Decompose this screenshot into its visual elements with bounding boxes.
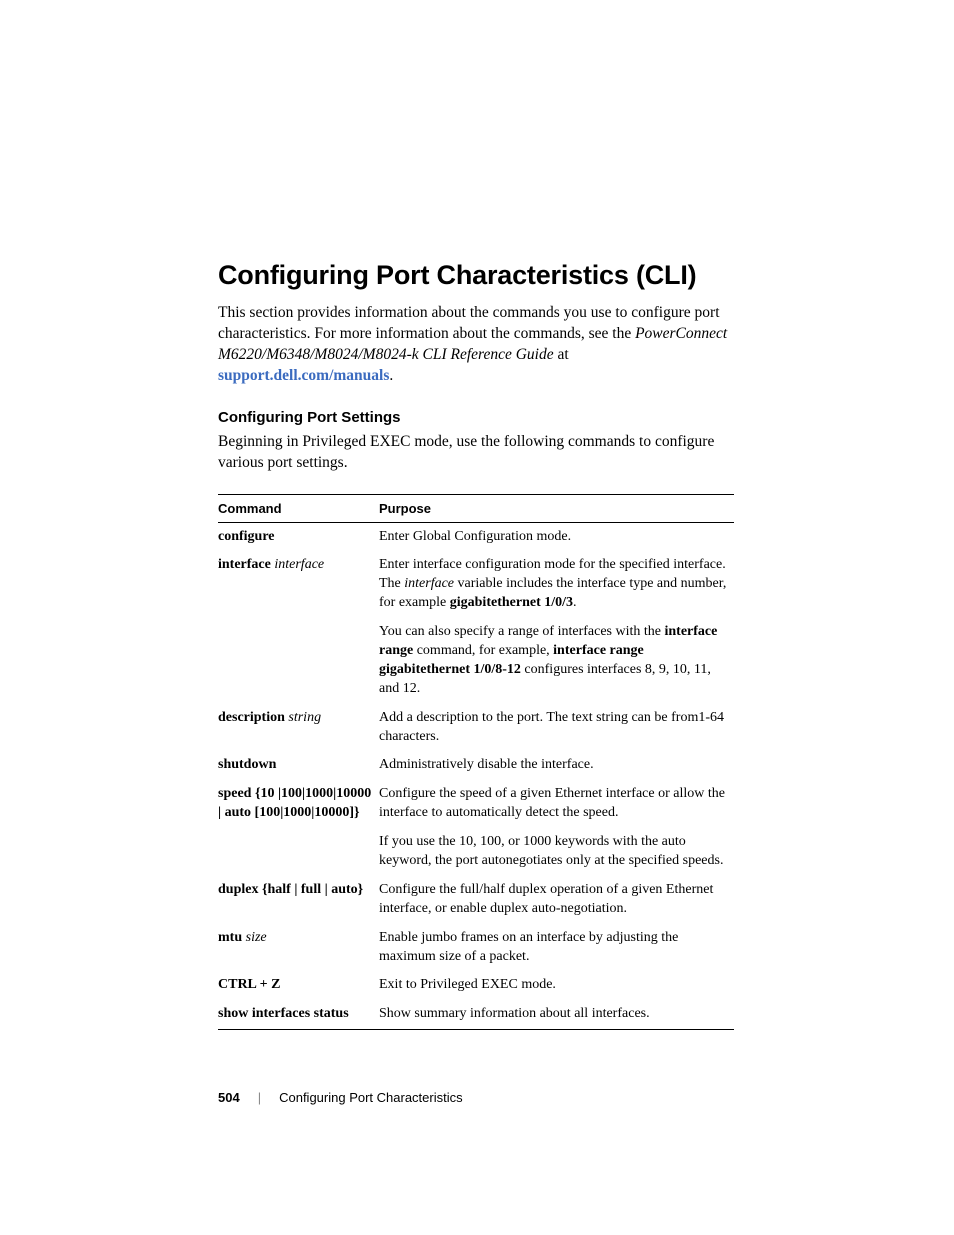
table-row: description string Add a description to … (218, 704, 734, 752)
subheading: Configuring Port Settings (218, 409, 734, 426)
cmd-shutdown: shutdown (218, 757, 276, 772)
table-row: configure Enter Global Configuration mod… (218, 522, 734, 551)
table-row: mtu size Enable jumbo frames on an inter… (218, 924, 734, 972)
purpose-interface-p2: You can also specify a range of interfac… (379, 623, 728, 699)
purpose-speed-p2: If you use the 10, 100, or 1000 keywords… (379, 833, 728, 871)
page-title: Configuring Port Characteristics (CLI) (218, 260, 734, 291)
footer-section: Configuring Port Characteristics (279, 1090, 463, 1105)
cmd-description-kw: description (218, 710, 285, 725)
table-row: show interfaces status Show summary info… (218, 1000, 734, 1029)
cmd-speed: speed {10 |100|1000|10000 | auto [100|10… (218, 786, 371, 820)
cmd-description-arg: string (288, 710, 321, 725)
th-purpose: Purpose (379, 494, 734, 522)
purpose-description: Add a description to the port. The text … (379, 704, 734, 752)
command-table: Command Purpose configure Enter Global C… (218, 494, 734, 1031)
purpose-ctrlz: Exit to Privileged EXEC mode. (379, 971, 734, 1000)
page-footer: 504 | Configuring Port Characteristics (218, 1090, 734, 1105)
purpose-showint: Show summary information about all inter… (379, 1000, 734, 1029)
purpose-configure: Enter Global Configuration mode. (379, 522, 734, 551)
page-number: 504 (218, 1090, 240, 1105)
cmd-configure: configure (218, 529, 275, 544)
intro-paragraph: This section provides information about … (218, 303, 734, 387)
table-row: duplex {half | full | auto} Configure th… (218, 876, 734, 924)
table-row: shutdown Administratively disable the in… (218, 751, 734, 780)
cmd-showint: show interfaces status (218, 1006, 349, 1021)
intro-text-2: at (554, 346, 569, 363)
cmd-interface-arg: interface (274, 557, 324, 572)
table-row: speed {10 |100|1000|10000 | auto [100|10… (218, 780, 734, 876)
cmd-interface-kw: interface (218, 557, 271, 572)
document-page: Configuring Port Characteristics (CLI) T… (0, 0, 954, 1225)
purpose-shutdown: Administratively disable the interface. (379, 751, 734, 780)
support-link[interactable]: support.dell.com/manuals (218, 367, 389, 384)
cmd-mtu-kw: mtu (218, 930, 242, 945)
purpose-duplex: Configure the full/half duplex operation… (379, 876, 734, 924)
cmd-mtu-arg: size (246, 930, 267, 945)
th-command: Command (218, 494, 379, 522)
table-row: interface interface Enter interface conf… (218, 551, 734, 703)
purpose-speed-p1: Configure the speed of a given Ethernet … (379, 785, 728, 823)
cmd-ctrlz: CTRL + Z (218, 977, 280, 992)
footer-separator: | (258, 1090, 261, 1105)
table-row: CTRL + Z Exit to Privileged EXEC mode. (218, 971, 734, 1000)
purpose-mtu: Enable jumbo frames on an interface by a… (379, 924, 734, 972)
purpose-interface-p1: Enter interface configuration mode for t… (379, 556, 728, 613)
subheading-intro: Beginning in Privileged EXEC mode, use t… (218, 432, 734, 474)
cmd-duplex: duplex {half | full | auto} (218, 882, 363, 897)
intro-text-3: . (389, 367, 393, 384)
